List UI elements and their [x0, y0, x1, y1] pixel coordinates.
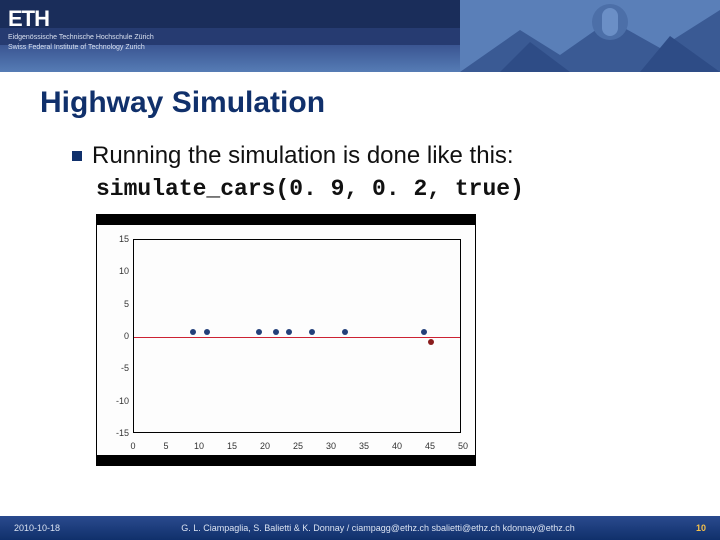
plot-point — [256, 329, 262, 335]
plot-xtick: 45 — [425, 441, 435, 451]
plot-area: -15 -10 -5 0 5 10 15 0 5 10 15 20 25 30 35 40 45 50 — [96, 224, 476, 456]
plot-ytick: 0 — [97, 331, 133, 341]
plot-xtick: 0 — [130, 441, 135, 451]
slide-title: Highway Simulation — [40, 86, 325, 120]
plot-xtick: 50 — [458, 441, 468, 451]
plot-point — [342, 329, 348, 335]
plot-point — [190, 329, 196, 335]
eth-branding: ETH Eidgenössische Technische Hochschule… — [8, 6, 154, 52]
slide-body: Running the simulation is done like this… — [72, 138, 680, 466]
plot-xtick: 35 — [359, 441, 369, 451]
plot-point — [309, 329, 315, 335]
plot-point — [204, 329, 210, 335]
eth-subtitle-2: Swiss Federal Institute of Technology Zu… — [8, 44, 154, 52]
plot-xtick: 25 — [293, 441, 303, 451]
plot-point — [421, 329, 427, 335]
plot-figure: -15 -10 -5 0 5 10 15 0 5 10 15 20 25 30 35 40 45 50 — [96, 214, 476, 466]
plot-ytick: 10 — [97, 266, 133, 276]
plot-xtick: 10 — [194, 441, 204, 451]
plot-top-bar — [96, 214, 476, 224]
plot-ytick: -10 — [97, 396, 133, 406]
header-photo — [460, 0, 720, 72]
footer-page-number: 10 — [682, 523, 720, 533]
plot-xtick: 20 — [260, 441, 270, 451]
plot-xtick: 30 — [326, 441, 336, 451]
slide: ETH Eidgenössische Technische Hochschule… — [0, 0, 720, 540]
plot-point — [273, 329, 279, 335]
bullet-marker-icon — [72, 151, 82, 161]
plot-point — [428, 339, 434, 345]
bullet-text: Running the simulation is done like this… — [92, 142, 514, 170]
plot-midline — [134, 337, 460, 338]
plot-ytick: 5 — [97, 299, 133, 309]
plot-ytick: -15 — [97, 428, 133, 438]
slide-footer: 2010-10-18 G. L. Ciampaglia, S. Balietti… — [0, 516, 720, 540]
plot-point — [286, 329, 292, 335]
eth-subtitle-1: Eidgenössische Technische Hochschule Zür… — [8, 34, 154, 42]
eth-logo: ETH — [8, 6, 154, 32]
plot-bottom-bar — [96, 456, 476, 466]
code-line: simulate_cars(0. 9, 0. 2, true) — [96, 176, 680, 202]
plot-xtick: 40 — [392, 441, 402, 451]
plot-xtick: 5 — [163, 441, 168, 451]
bullet-item: Running the simulation is done like this… — [72, 142, 680, 170]
footer-credits: G. L. Ciampaglia, S. Balietti & K. Donna… — [74, 523, 682, 533]
plot-xtick: 15 — [227, 441, 237, 451]
slide-header: ETH Eidgenössische Technische Hochschule… — [0, 0, 720, 72]
plot-ytick: -5 — [97, 363, 133, 373]
plot-axes — [133, 239, 461, 433]
footer-date: 2010-10-18 — [0, 523, 74, 533]
plot-ytick: 15 — [97, 234, 133, 244]
